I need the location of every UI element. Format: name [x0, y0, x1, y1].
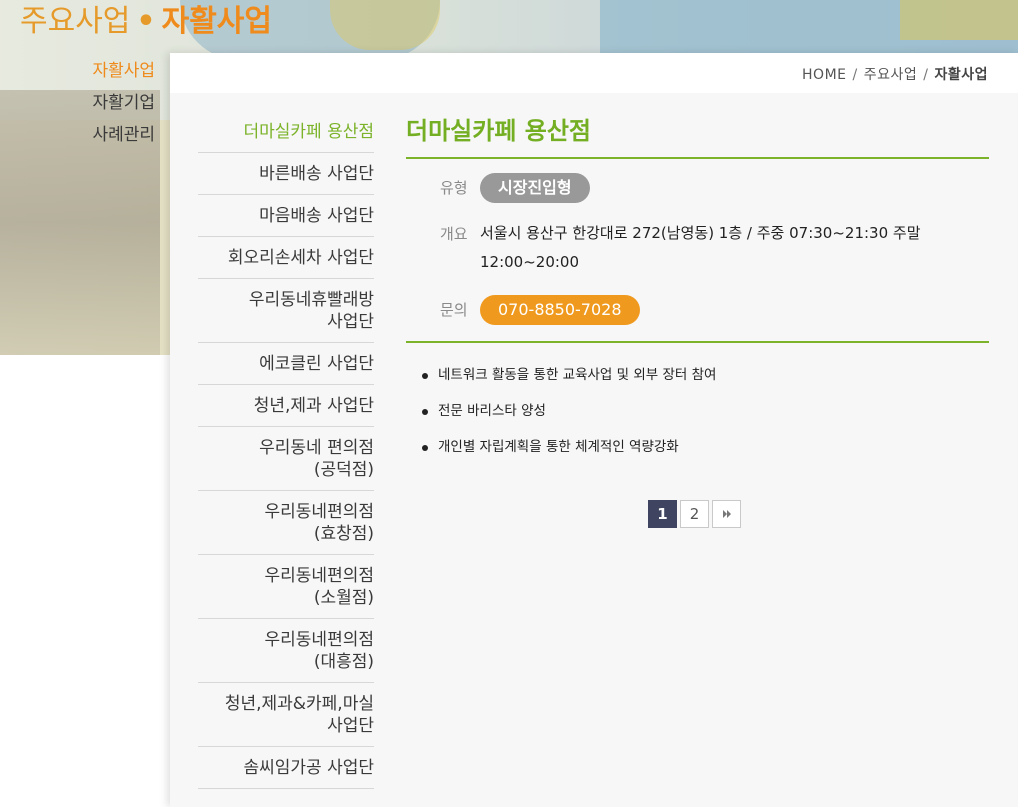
overview-text: 서울시 용산구 한강대로 272(남영동) 1층 / 주중 07:30~21:3… — [480, 224, 921, 271]
overview-label: 개요 — [440, 225, 468, 243]
sub-menu-item[interactable]: 바른배송 사업단 — [198, 153, 374, 195]
sub-menu-item[interactable]: 더마실카페 용산점 — [198, 111, 374, 153]
breadcrumb: HOME / 주요사업 / 자활사업 — [802, 64, 988, 84]
next-icon — [722, 505, 732, 523]
page-title-section: 주요사업 — [20, 4, 131, 39]
page-1-button[interactable]: 1 — [648, 500, 677, 528]
overview-row: 개요 서울시 용산구 한강대로 272(남영동) 1층 / 주중 07:30~2… — [440, 219, 989, 277]
left-nav-item-case-management[interactable]: 사례관리 — [60, 119, 155, 151]
sub-menu-item[interactable]: 마음배송 사업단 — [198, 195, 374, 237]
sub-menu-item[interactable]: 우리동네휴빨래방 사업단 — [198, 279, 374, 343]
breadcrumb-level1[interactable]: 주요사업 — [864, 67, 918, 83]
breadcrumb-home[interactable]: HOME — [802, 67, 846, 83]
content-panel: HOME / 주요사업 / 자활사업 더마실카페 용산점 바른배송 사업단 마음배송 사업단… — [170, 53, 1018, 807]
contact-label: 문의 — [440, 301, 468, 319]
sub-menu-item[interactable]: 에코클린 사업단 — [198, 343, 374, 385]
sub-menu-item[interactable]: 청년,제과 사업단 — [198, 385, 374, 427]
left-nav: 자활사업 자활기업 사례관리 — [60, 55, 155, 151]
contact-row: 문의 070-8850-7028 — [440, 295, 989, 325]
sub-menu-item[interactable]: 회오리손세차 사업단 — [198, 237, 374, 279]
business-detail: 더마실카페 용산점 유형 시장진입형 개요 서울시 용산구 한강대로 272(남… — [406, 111, 989, 465]
sub-menu-item[interactable]: 솜씨임가공 사업단 — [198, 747, 374, 789]
next-page-button[interactable] — [712, 500, 741, 528]
feature-list: 네트워크 활동을 통한 교육사업 및 외부 장터 참여 전문 바리스타 양성 개… — [406, 357, 989, 465]
type-badge: 시장진입형 — [480, 173, 590, 203]
hero-figure — [900, 0, 1018, 40]
left-nav-item-self-support-company[interactable]: 자활기업 — [60, 87, 155, 119]
breadcrumb-separator: / — [852, 67, 858, 83]
contact-phone-badge[interactable]: 070-8850-7028 — [480, 295, 640, 325]
sub-menu-item[interactable]: 우리동네편의점 (소월점) — [198, 555, 374, 619]
divider — [406, 341, 989, 343]
list-item: 네트워크 활동을 통한 교육사업 및 외부 장터 참여 — [406, 357, 989, 393]
sub-menu-item[interactable]: 청년,제과&카페,마실 사업단 — [198, 683, 374, 747]
business-title: 더마실카페 용산점 — [406, 111, 989, 159]
pagination: 12 — [648, 500, 744, 528]
sub-menu-item[interactable]: 우리동네 편의점 (공덕점) — [198, 427, 374, 491]
page-title: 주요사업 • 자활사업 — [20, 2, 272, 42]
left-nav-item-self-support[interactable]: 자활사업 — [60, 55, 155, 87]
page-2-button[interactable]: 2 — [680, 500, 709, 528]
type-label: 유형 — [440, 179, 468, 197]
breadcrumb-bar: HOME / 주요사업 / 자활사업 — [170, 53, 1018, 93]
sub-menu-item[interactable]: 우리동네편의점 (효창점) — [198, 491, 374, 555]
breadcrumb-separator: / — [923, 67, 929, 83]
list-item: 전문 바리스타 양성 — [406, 393, 989, 429]
sub-menu: 더마실카페 용산점 바른배송 사업단 마음배송 사업단 회오리손세차 사업단 우리동네휴… — [198, 111, 374, 789]
type-row: 유형 시장진입형 — [440, 173, 989, 203]
page-title-current: 자활사업 — [161, 4, 272, 39]
title-separator: • — [136, 4, 156, 39]
breadcrumb-current: 자활사업 — [934, 67, 988, 83]
sub-menu-item[interactable]: 우리동네편의점 (대흥점) — [198, 619, 374, 683]
list-item: 개인별 자립계획을 통한 체계적인 역량강화 — [406, 429, 989, 465]
